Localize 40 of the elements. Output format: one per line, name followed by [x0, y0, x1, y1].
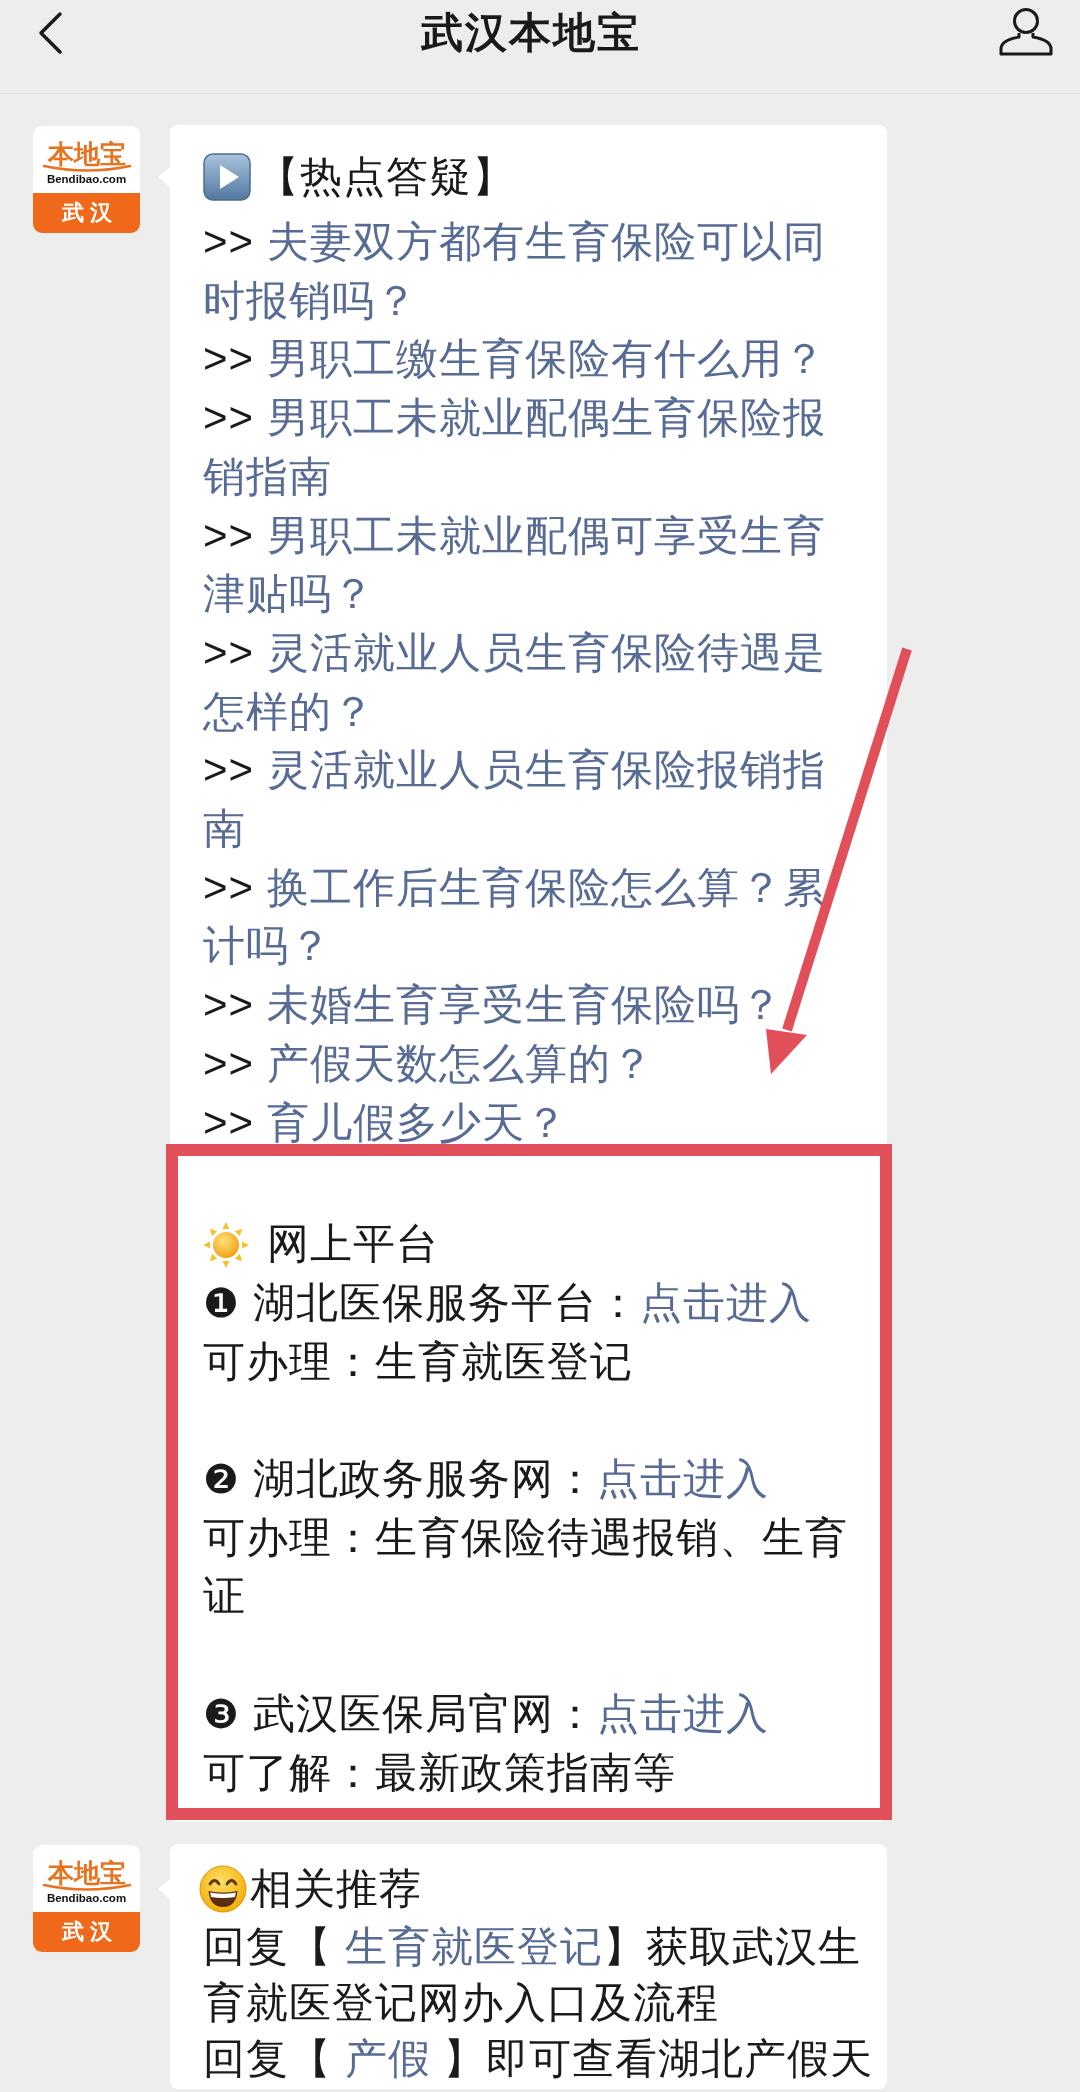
platform-line: ❸ 武汉医保局官网：点击进入	[203, 1688, 770, 1739]
question-link[interactable]: >> 男职工未就业配偶生育保险报销指南	[203, 389, 848, 507]
question-link[interactable]: >> 未婚生育享受生育保险吗？	[203, 976, 848, 1035]
enter-link[interactable]: 点击进入	[639, 1278, 812, 1326]
question-link[interactable]: >> 换工作后生育保险怎么算？累计吗？	[203, 858, 848, 977]
section-heading: 相关推荐	[250, 1864, 422, 1915]
sun-icon	[203, 1221, 249, 1268]
city-label: 武汉	[33, 1912, 140, 1953]
keyword-link[interactable]: 生育就医登记	[344, 1923, 603, 1971]
enter-link[interactable]: 点击进入	[596, 1455, 769, 1503]
logo-domain-text: Bendibao.com	[46, 1892, 127, 1906]
question-link[interactable]: >> 产假天数怎么算的？	[203, 1034, 848, 1094]
grinning-face-icon	[199, 1865, 247, 1914]
keyword-link[interactable]: 产假	[344, 2035, 431, 2083]
question-link[interactable]: >> 男职工未就业配偶可享受生育津贴吗？	[203, 506, 848, 624]
reply-instruction: 回复【 生育就医登记】获取武汉生育就医登记网办入口及流程	[203, 1922, 862, 2029]
section-heading: 【热点答疑】	[257, 151, 515, 202]
reply-instruction: 回复【 产假 】即可查看湖北产假天	[203, 2034, 875, 2085]
enter-link[interactable]: 点击进入	[596, 1689, 769, 1737]
question-link[interactable]: >> 灵活就业人员生育保险报销指南	[203, 741, 848, 859]
platform-note: 可办理：生育就医登记	[203, 1336, 634, 1387]
logo-brand-text: 本地宝	[47, 140, 126, 168]
question-link[interactable]: >> 男职工缴生育保险有什么用？	[203, 330, 848, 390]
question-link[interactable]: >> 育儿假多少天？	[203, 1093, 848, 1153]
platform-note: 可办理：生育保险待遇报销、生育证	[203, 1512, 849, 1622]
question-link[interactable]: >> 夫妻双方都有生育保险可以同时报销吗？	[203, 213, 848, 331]
platforms-heading: 网上平台	[267, 1219, 439, 1270]
logo-avatar[interactable]: 本地宝 Bendibao.com 武汉	[33, 126, 140, 233]
city-label: 武汉	[33, 193, 140, 233]
question-link[interactable]: >> 灵活就业人员生育保险待遇是怎样的？	[203, 623, 848, 742]
logo-brand-text: 本地宝	[47, 1859, 126, 1888]
back-icon[interactable]	[37, 11, 63, 55]
logo-domain-text: Bendibao.com	[46, 173, 127, 186]
person-icon[interactable]	[998, 7, 1054, 57]
play-button-icon	[203, 152, 251, 201]
platform-line: ❶ 湖北医保服务平台：点击进入	[203, 1277, 813, 1328]
logo-avatar[interactable]: 本地宝 Bendibao.com 武汉	[33, 1845, 140, 1953]
page-title: 武汉本地宝	[420, 8, 641, 58]
platform-line: ❷ 湖北政务服务网：点击进入	[203, 1454, 770, 1505]
platform-note: 可了解：最新政策指南等	[203, 1747, 677, 1798]
